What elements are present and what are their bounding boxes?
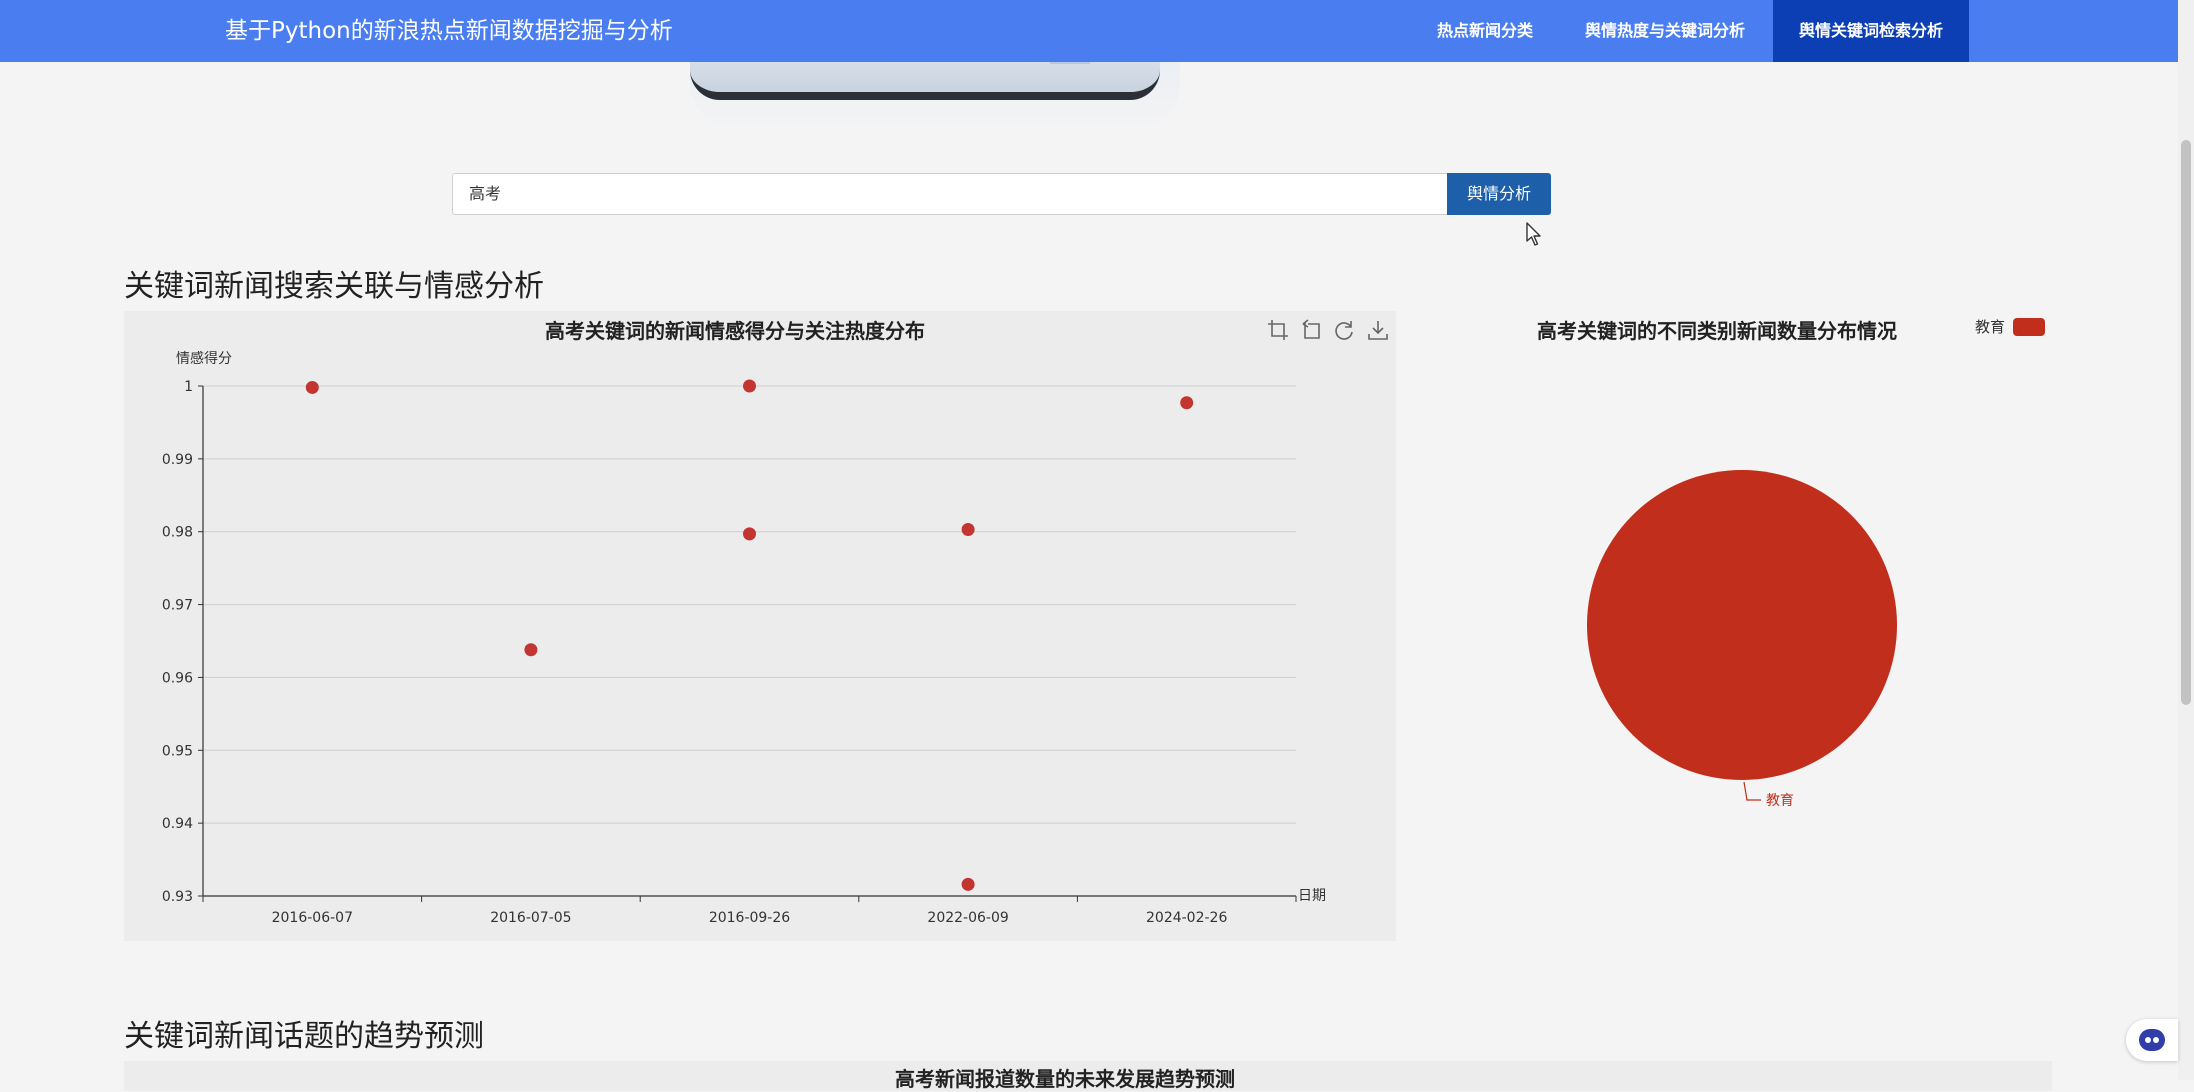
scatter-point[interactable] <box>524 643 538 657</box>
section-heading-correlation: 关键词新闻搜索关联与情感分析 <box>124 269 544 304</box>
scatter-point[interactable] <box>1180 396 1194 410</box>
top-navbar: 基于Python的新浪热点新闻数据挖掘与分析 热点新闻分类 舆情热度与关键词分析… <box>0 0 2178 62</box>
page-scrollbar-thumb[interactable] <box>2181 140 2191 705</box>
x-axis-label: 日期 <box>1298 888 1326 904</box>
pie-legend-label[interactable]: 教育 <box>1975 316 2005 337</box>
nav-item-news-classification[interactable]: 热点新闻分类 <box>1415 0 1555 62</box>
y-tick-label: 0.94 <box>162 816 193 832</box>
nav-item-heat-keyword-analysis[interactable]: 舆情热度与关键词分析 <box>1565 0 1765 62</box>
scatter-chart: 1 0.99 0.98 0.97 0.96 0.95 0.94 0.93 2016-06-07 2… <box>162 350 1326 926</box>
pie-label-line <box>1743 781 1761 801</box>
scatter-point[interactable] <box>961 523 975 537</box>
x-tick-label: 2022-06-09 <box>927 910 1008 926</box>
sentiment-analysis-button[interactable]: 舆情分析 <box>1447 173 1551 215</box>
y-tick-label: 0.97 <box>162 598 193 614</box>
pie-legend-swatch[interactable] <box>2013 318 2045 336</box>
pie-slice[interactable] <box>1587 470 1897 780</box>
pie-chart: 教育 <box>1587 470 1897 809</box>
site-title[interactable]: 基于Python的新浪热点新闻数据挖掘与分析 <box>225 0 673 62</box>
x-tick-label: 2016-09-26 <box>709 910 790 926</box>
y-axis-label: 情感得分 <box>176 350 232 367</box>
y-tick-label: 1 <box>184 379 193 395</box>
y-tick-label: 0.99 <box>162 452 193 468</box>
y-tick-label: 0.98 <box>162 525 193 541</box>
x-tick-label: 2016-07-05 <box>490 910 571 926</box>
y-tick-label: 0.93 <box>162 889 193 905</box>
section-heading-trend: 关键词新闻话题的趋势预测 <box>124 1019 484 1054</box>
mouse-cursor-icon <box>1526 222 1541 246</box>
trend-chart-title: 高考新闻报道数量的未来发展趋势预测 <box>895 1067 1235 1091</box>
scatter-point[interactable] <box>961 877 975 891</box>
scatter-point[interactable] <box>743 527 756 541</box>
scatter-point[interactable] <box>305 380 319 394</box>
assistant-robot-icon[interactable] <box>2136 1024 2168 1056</box>
pie-chart-title: 高考关键词的不同类别新闻数量分布情况 <box>1537 319 1897 343</box>
y-tick-label: 0.95 <box>162 743 193 759</box>
nav-item-keyword-search-analysis[interactable]: 舆情关键词检索分析 <box>1773 0 1969 62</box>
x-tick-label: 2024-02-26 <box>1146 910 1227 926</box>
scatter-point[interactable] <box>743 379 756 393</box>
y-tick-label: 0.96 <box>162 670 193 686</box>
x-tick-label: 2016-06-07 <box>272 910 353 926</box>
keyword-search-input[interactable]: 高考 <box>452 173 1448 215</box>
pie-slice-label: 教育 <box>1766 793 1794 809</box>
